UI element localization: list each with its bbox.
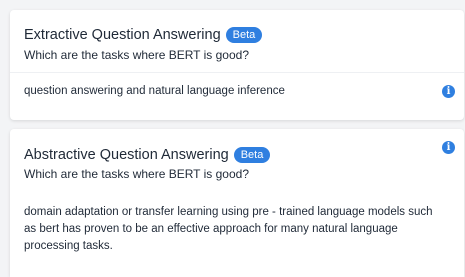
beta-badge: Beta [225,27,263,43]
info-icon[interactable]: i [442,85,455,98]
card-title-row: Abstractive Question Answering Beta [24,146,271,164]
info-icon[interactable]: i [442,141,455,154]
abstractive-qa-card: Abstractive Question Answering Beta i Wh… [10,129,464,277]
card-title-row: Extractive Question Answering Beta [24,26,263,44]
card-title: Extractive Question Answering [24,27,221,43]
divider [10,72,464,73]
answer-text: question answering and natural language … [24,85,285,97]
card-title: Abstractive Question Answering [24,147,229,163]
question-text: Which are the tasks where BERT is good? [24,167,249,181]
extractive-qa-card: Extractive Question Answering Beta Which… [10,10,464,120]
question-text: Which are the tasks where BERT is good? [24,48,249,62]
answer-text: domain adaptation or transfer learning u… [24,206,433,252]
beta-badge: Beta [233,147,271,163]
